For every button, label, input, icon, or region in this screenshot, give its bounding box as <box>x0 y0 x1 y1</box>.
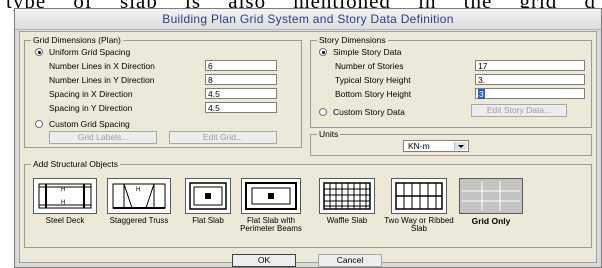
spacing-y-input[interactable]: 4.5 <box>205 102 277 113</box>
ok-button[interactable]: OK <box>232 254 296 267</box>
custom-story-data-option[interactable]: Custom Story Data <box>319 107 405 117</box>
number-of-stories-input[interactable]: 17 <box>475 60 585 71</box>
num-lines-y-label: Number Lines in Y Direction <box>49 75 155 85</box>
chevron-down-icon[interactable] <box>454 142 467 150</box>
bottom-story-height-label: Bottom Story Height <box>335 89 412 99</box>
custom-story-label: Custom Story Data <box>333 107 405 117</box>
num-lines-x-label: Number Lines in X Direction <box>49 61 155 71</box>
svg-text:H: H <box>136 187 140 193</box>
flat-slab-perimeter-label: Flat Slab with Perimeter Beams <box>240 216 302 233</box>
spacing-x-label: Spacing in X Direction <box>49 89 133 99</box>
uniform-grid-radio[interactable] <box>35 48 43 56</box>
typical-story-height-label: Typical Story Height <box>335 75 411 85</box>
ribbed-slab-tile[interactable] <box>391 178 447 214</box>
custom-story-radio[interactable] <box>319 108 327 116</box>
grid-only-icon <box>462 181 520 211</box>
flat-slab-perimeter-icon <box>245 182 297 210</box>
edit-grid-button[interactable]: Edit Grid... <box>169 131 277 144</box>
ribbed-slab-icon <box>395 182 443 210</box>
grid-dimensions-legend: Grid Dimensions (Plan) <box>31 35 123 46</box>
steel-deck-tile[interactable]: H H <box>33 178 97 214</box>
grid-only-label: Grid Only <box>471 216 511 226</box>
spacing-y-label: Spacing in Y Direction <box>49 103 133 113</box>
staggered-truss-icon: H <box>112 183 166 209</box>
story-dimensions-legend: Story Dimensions <box>317 35 388 46</box>
units-select[interactable]: KN-m <box>403 140 469 152</box>
waffle-slab-tile[interactable] <box>319 178 375 214</box>
spacing-x-input[interactable]: 4.5 <box>205 88 277 99</box>
uniform-grid-label: Uniform Grid Spacing <box>49 47 131 57</box>
story-dimensions-group: Story Dimensions Simple Story Data Numbe… <box>310 35 592 128</box>
svg-text:H: H <box>61 187 65 193</box>
custom-grid-label: Custom Grid Spacing <box>49 119 130 129</box>
units-legend: Units <box>317 129 341 140</box>
flat-slab-icon <box>189 182 227 210</box>
simple-story-label: Simple Story Data <box>333 47 402 57</box>
structural-objects-group: Add Structural Objects H H Steel Deck H … <box>24 159 592 248</box>
staggered-truss-label: Staggered Truss <box>109 216 169 225</box>
edit-story-data-button[interactable]: Edit Story Data... <box>471 104 567 117</box>
waffle-slab-label: Waffle Slab <box>326 216 368 225</box>
custom-grid-spacing-option[interactable]: Custom Grid Spacing <box>35 119 130 129</box>
staggered-truss-tile[interactable]: H <box>107 178 171 214</box>
ribbed-slab-label: Two Way or Ribbed Slab <box>384 216 454 233</box>
dialog-title: Building Plan Grid System and Story Data… <box>15 9 601 30</box>
grid-only-tile[interactable] <box>459 178 523 214</box>
grid-system-dialog: Building Plan Grid System and Story Data… <box>14 8 602 268</box>
dialog-body: Grid Dimensions (Plan) Uniform Grid Spac… <box>19 31 597 267</box>
cancel-button[interactable]: Cancel <box>318 254 382 267</box>
flat-slab-perimeter-tile[interactable] <box>241 178 301 214</box>
simple-story-radio[interactable] <box>319 48 327 56</box>
steel-deck-label: Steel Deck <box>45 216 85 225</box>
custom-grid-radio[interactable] <box>35 120 43 128</box>
flat-slab-label: Flat Slab <box>192 216 224 225</box>
typical-story-height-input[interactable]: 3. <box>475 74 585 85</box>
num-lines-x-input[interactable]: 6 <box>205 60 277 71</box>
number-of-stories-label: Number of Stories <box>335 61 404 71</box>
simple-story-data-option[interactable]: Simple Story Data <box>319 47 402 57</box>
grid-labels-button[interactable]: Grid Labels... <box>49 131 157 144</box>
bottom-story-height-input[interactable]: 3 <box>475 88 585 99</box>
structural-objects-legend: Add Structural Objects <box>31 159 121 170</box>
uniform-grid-spacing-option[interactable]: Uniform Grid Spacing <box>35 47 130 57</box>
flat-slab-tile[interactable] <box>185 178 231 214</box>
svg-text:H: H <box>61 200 65 206</box>
units-select-value: KN-m <box>408 141 430 151</box>
units-group: Units KN-m <box>310 129 592 156</box>
steel-deck-icon: H H <box>38 183 92 209</box>
grid-dimensions-group: Grid Dimensions (Plan) Uniform Grid Spac… <box>24 35 302 148</box>
waffle-slab-icon <box>323 182 371 210</box>
num-lines-y-input[interactable]: 8 <box>205 74 277 85</box>
